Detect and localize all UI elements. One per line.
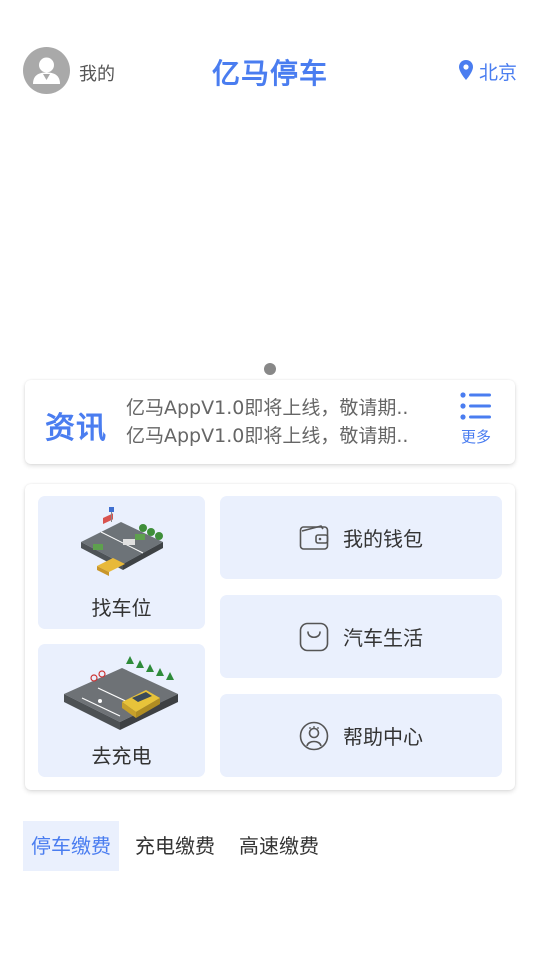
tab-highway-payment[interactable]: 高速缴费 [231, 821, 327, 871]
wallet-icon [299, 523, 329, 553]
shopping-bag-icon [299, 622, 329, 652]
news-more-button[interactable]: 更多 [459, 392, 493, 447]
charging-station-illustration [64, 656, 178, 730]
banner-carousel[interactable] [0, 140, 540, 365]
news-ticker[interactable]: 亿马AppV1.0即将上线，敬请期.. 亿马AppV1.0即将上线，敬请期.. [126, 394, 436, 450]
news-item[interactable]: 亿马AppV1.0即将上线，敬请期.. [126, 422, 436, 450]
find-parking-label: 找车位 [91, 596, 152, 620]
help-center-label: 帮助中心 [343, 725, 423, 749]
car-life-label: 汽车生活 [343, 626, 423, 650]
more-label: 更多 [460, 428, 491, 446]
news-card[interactable]: 资讯 亿马AppV1.0即将上线，敬请期.. 亿马AppV1.0即将上线，敬请期… [25, 380, 515, 464]
car-life-button[interactable]: 汽车生活 [220, 595, 502, 678]
tab-parking-payment[interactable]: 停车缴费 [23, 821, 119, 871]
charging-button[interactable]: 去充电 [38, 644, 205, 777]
wallet-button[interactable]: 我的钱包 [220, 496, 502, 579]
news-item[interactable]: 亿马AppV1.0即将上线，敬请期.. [126, 394, 436, 422]
list-icon [460, 392, 492, 424]
news-title: 资讯 [45, 411, 107, 446]
city-label: 北京 [478, 62, 517, 84]
customer-service-icon [299, 721, 329, 751]
city-selector[interactable]: 北京 [458, 58, 517, 85]
location-pin-icon [458, 59, 473, 84]
header: 我的 亿马停车 北京 [0, 0, 540, 140]
help-center-button[interactable]: 帮助中心 [220, 694, 502, 777]
tab-charging-payment[interactable]: 充电缴费 [127, 821, 223, 871]
payment-tabs: 停车缴费 充电缴费 高速缴费 [23, 821, 335, 871]
carousel-indicator-dot[interactable] [264, 363, 276, 375]
charging-label: 去充电 [91, 744, 152, 768]
services-grid: 找车位 去充电 我的钱包 汽车生活 帮助中心 [25, 484, 515, 790]
wallet-label: 我的钱包 [343, 527, 423, 551]
find-parking-button[interactable]: 找车位 [38, 496, 205, 629]
parking-lot-illustration [81, 507, 163, 576]
